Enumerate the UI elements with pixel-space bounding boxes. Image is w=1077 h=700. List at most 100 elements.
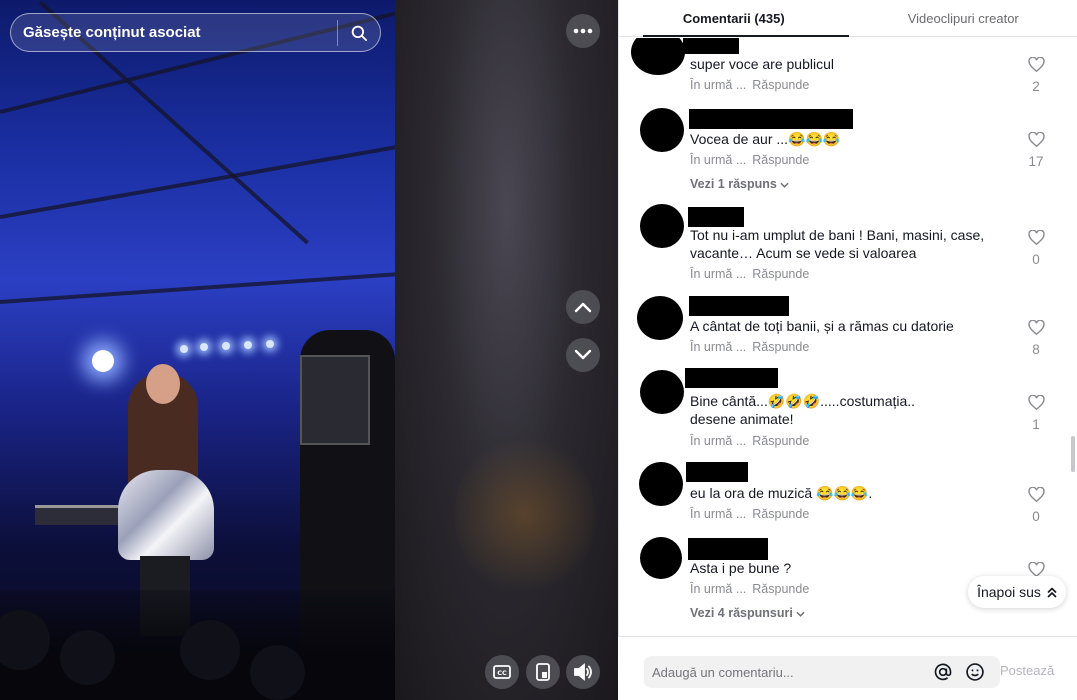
comment-text: Tot nu i-am umplut de bani ! Bani, masin… <box>690 227 985 261</box>
like-count: 8 <box>1032 342 1040 357</box>
post-button[interactable]: Postează <box>1000 663 1054 678</box>
at-icon[interactable] <box>931 660 955 684</box>
comment-time: În urmă ... <box>690 434 747 448</box>
comment-composer: Postează <box>618 636 1077 700</box>
reply-button[interactable]: Răspunde <box>752 153 809 167</box>
avatar[interactable] <box>639 462 683 506</box>
volume-icon[interactable] <box>566 655 600 689</box>
username-redacted[interactable] <box>688 207 744 227</box>
comment-text: Asta i pe bune ? <box>690 560 792 576</box>
comment-meta: În urmă ... Răspunde <box>690 507 809 521</box>
like-button[interactable]: 0 <box>1021 486 1051 524</box>
comment-item: Vocea de aur ...😂😂😂 În urmă ... Răspunde … <box>619 108 1077 204</box>
comment-meta: În urmă ... Răspunde <box>690 340 809 354</box>
comments-scrollbar[interactable] <box>1071 436 1075 472</box>
view-replies-button[interactable]: Vezi 1 răspuns <box>690 177 789 191</box>
username-redacted[interactable] <box>689 296 789 316</box>
chevron-down-icon <box>780 182 789 188</box>
comment-meta: În urmă ... Răspunde <box>690 434 809 448</box>
stage-spotlight <box>92 350 114 372</box>
heart-icon <box>1027 131 1045 148</box>
heart-icon <box>1027 319 1045 336</box>
view-replies-label: Vezi 1 răspuns <box>690 177 777 191</box>
svg-text:CC: CC <box>497 669 507 677</box>
like-count: 1 <box>1032 417 1040 432</box>
username-redacted[interactable] <box>688 538 768 560</box>
comment-item: Tot nu i-am umplut de bani ! Bani, masin… <box>619 204 1077 296</box>
crowd-head <box>0 610 50 670</box>
reply-button[interactable]: Răspunde <box>752 434 809 448</box>
crowd-head <box>180 620 240 680</box>
stage-light <box>222 342 230 350</box>
accordion <box>300 355 370 445</box>
avatar[interactable] <box>640 537 682 579</box>
comment-list[interactable]: super voce are publicul În urmă ... Răspu… <box>619 38 1077 636</box>
heart-icon <box>1027 561 1045 578</box>
like-button[interactable]: 0 <box>1021 229 1051 267</box>
floating-player-icon[interactable] <box>526 655 560 689</box>
like-count: 2 <box>1032 79 1040 94</box>
comment-meta: În urmă ... Răspunde <box>690 582 809 596</box>
video-frame[interactable] <box>0 0 395 700</box>
avatar[interactable] <box>637 296 683 340</box>
video-pane: CC <box>0 0 618 700</box>
like-button[interactable]: 1 <box>1021 394 1051 432</box>
username-redacted[interactable] <box>683 38 739 54</box>
like-button[interactable]: 2 <box>1021 56 1051 94</box>
comment-item: super voce are publicul În urmă ... Răspu… <box>619 38 1077 108</box>
comment-item: A cântat de toți banii, și a rămas cu da… <box>619 296 1077 368</box>
stage-truss <box>0 272 395 304</box>
comment-text: super voce are publicul <box>690 56 834 72</box>
comment-tabs: Comentarii (435) Videoclipuri creator <box>619 0 1077 37</box>
more-horizontal-icon[interactable] <box>566 14 600 48</box>
comment-meta: În urmă ... Răspunde <box>690 78 809 92</box>
back-to-top-label: Înapoi sus <box>977 584 1041 600</box>
comment-text: Vocea de aur ...😂😂😂 <box>690 131 841 147</box>
reply-button[interactable]: Răspunde <box>752 340 809 354</box>
avatar[interactable] <box>640 204 684 248</box>
reply-button[interactable]: Răspunde <box>752 582 809 596</box>
captions-icon[interactable]: CC <box>485 655 519 689</box>
related-search-bar <box>10 13 381 52</box>
username-redacted[interactable] <box>686 462 748 482</box>
stage-light <box>244 341 252 349</box>
heart-icon <box>1027 394 1045 411</box>
comment-meta: În urmă ... Răspunde <box>690 267 809 281</box>
like-button[interactable]: 8 <box>1021 319 1051 357</box>
heart-icon <box>1027 56 1045 73</box>
stage-light <box>266 340 274 348</box>
username-redacted[interactable] <box>689 109 853 129</box>
username-redacted[interactable] <box>685 368 778 388</box>
comment-time: În urmă ... <box>690 507 747 521</box>
avatar[interactable] <box>640 370 684 414</box>
reply-button[interactable]: Răspunde <box>752 78 809 92</box>
comment-item: eu la ora de muzică 😂😂😂. În urmă ... Răsp… <box>619 460 1077 535</box>
comment-field <box>644 656 1000 688</box>
comment-item: Bine cântă...🤣🤣🤣.....costumația.. desene… <box>619 368 1077 460</box>
like-button[interactable]: 17 <box>1021 131 1051 169</box>
performer-dress <box>118 470 214 560</box>
tab-creator-videos[interactable]: Videoclipuri creator <box>849 0 1077 36</box>
chevron-down-icon <box>796 611 805 617</box>
comment-text: Bine cântă...🤣🤣🤣.....costumația.. desene… <box>690 393 916 427</box>
chevron-down-icon[interactable] <box>566 338 600 372</box>
view-replies-button[interactable]: Vezi 4 răspunsuri <box>690 606 805 620</box>
chevron-up-icon[interactable] <box>566 290 600 324</box>
reply-button[interactable]: Răspunde <box>752 267 809 281</box>
comment-time: În urmă ... <box>690 267 747 281</box>
app-root: CC Comentarii (435) Videoclipuri creator… <box>0 0 1077 700</box>
comment-text: eu la ora de muzică 😂😂😂. <box>690 485 873 501</box>
tab-comments[interactable]: Comentarii (435) <box>619 0 849 37</box>
search-icon[interactable] <box>338 13 380 52</box>
reply-button[interactable]: Răspunde <box>752 507 809 521</box>
comment-input[interactable] <box>652 656 922 688</box>
like-count: 0 <box>1032 252 1040 267</box>
stage-light <box>200 343 208 351</box>
search-input[interactable] <box>11 24 337 41</box>
emoji-icon[interactable] <box>963 660 987 684</box>
back-to-top-button[interactable]: Înapoi sus <box>968 576 1066 608</box>
double-chevron-up-icon <box>1047 587 1057 597</box>
avatar[interactable] <box>631 38 685 75</box>
avatar[interactable] <box>640 108 684 152</box>
crowd <box>0 590 395 700</box>
